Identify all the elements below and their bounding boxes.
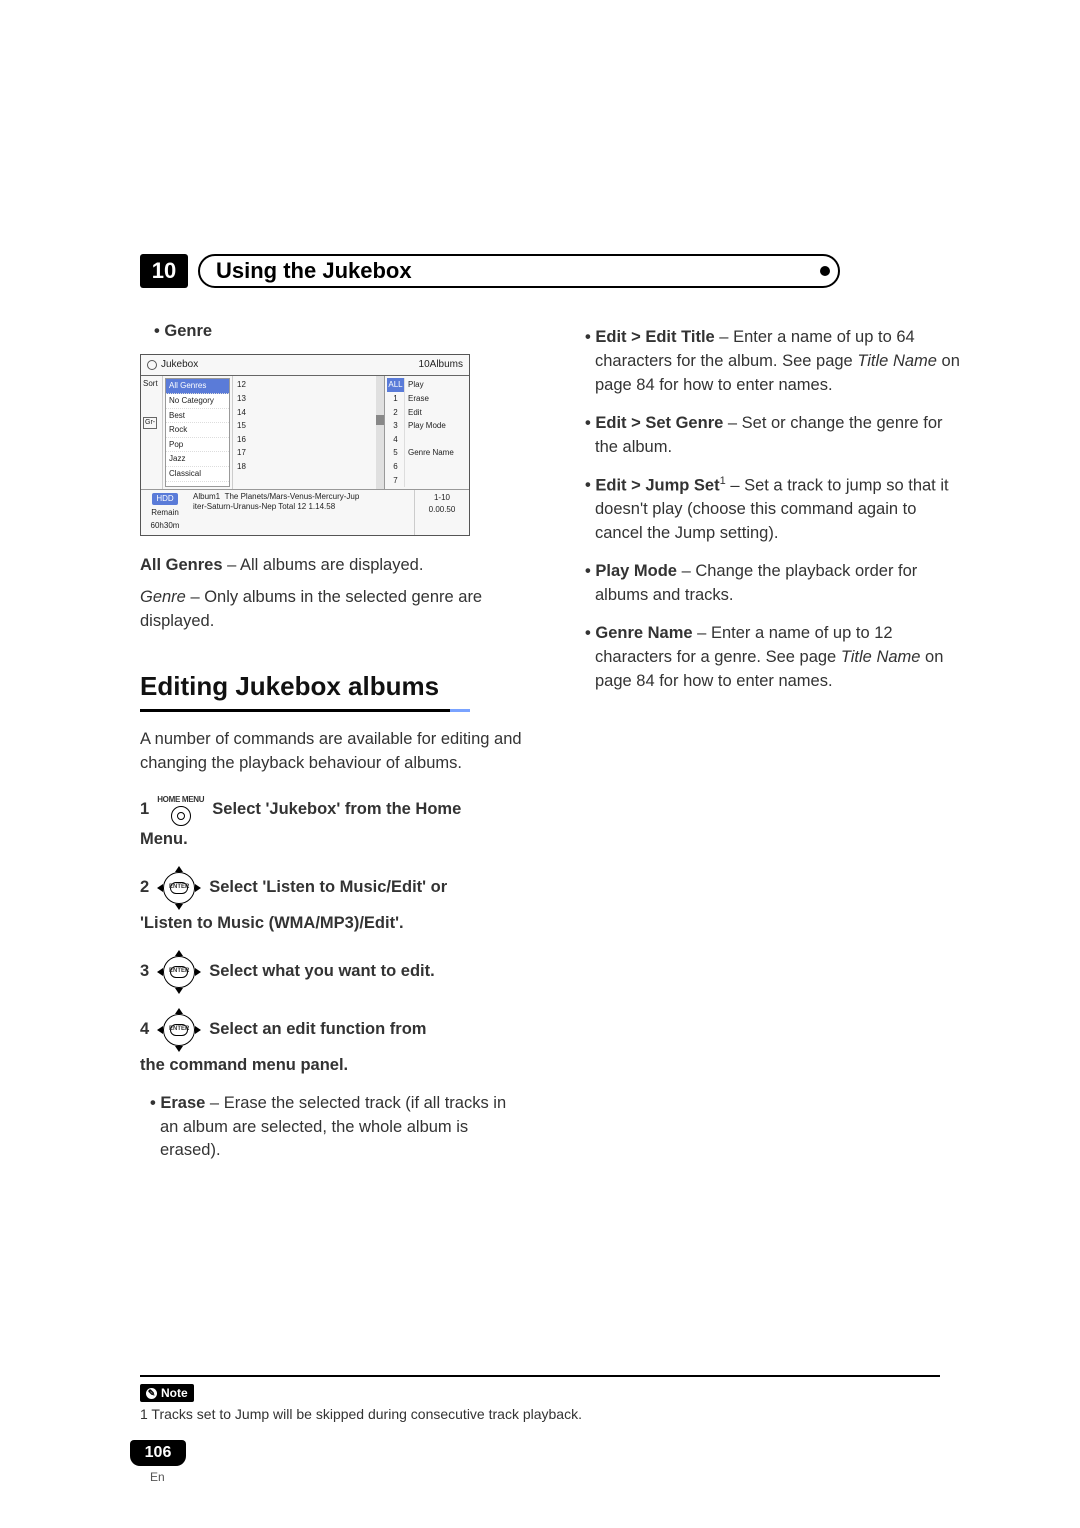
chapter-title: Using the Jukebox — [216, 258, 412, 284]
dpad-icon: ENTER — [157, 1008, 201, 1052]
step-1: 1 HOME MENU Select 'Jukebox' from the Ho… — [140, 794, 525, 852]
ss-hdd-badge: HDD — [152, 493, 177, 505]
ss-genre-item[interactable]: Rock — [166, 423, 229, 438]
pencil-icon: ✎ — [146, 1388, 157, 1399]
pill-end-dot — [820, 266, 830, 276]
ss-remain-label: Remain — [151, 507, 179, 519]
page-number-badge: 106 — [130, 1440, 186, 1466]
step-number: 3 — [140, 960, 149, 984]
note-text: 1 Tracks set to Jump will be skipped dur… — [140, 1406, 940, 1422]
ss-genre-item[interactable]: No Category — [166, 394, 229, 409]
right-column: Edit > Edit Title – Enter a name of up t… — [575, 320, 960, 1177]
step-2: 2 ENTER Select 'Listen to Music/Edit' or… — [140, 866, 525, 936]
chapter-title-pill: Using the Jukebox — [198, 254, 840, 288]
dpad-icon: ENTER — [157, 950, 201, 994]
cmd-set-genre: Edit > Set Genre – Set or change the gen… — [585, 412, 960, 460]
ss-genre-item[interactable]: Jazz — [166, 452, 229, 467]
ss-command-list: ALLPlay 1Erase 2Edit 3Play Mode 4 5Genre… — [384, 376, 469, 489]
section-intro: A number of commands are available for e… — [140, 728, 525, 776]
ss-genre-item[interactable]: Classical — [166, 467, 229, 482]
chapter-number-badge: 10 — [140, 254, 188, 288]
step-text-cont: 'Listen to Music (WMA/MP3)/Edit'. — [140, 912, 525, 936]
step-text: Select 'Listen to Music/Edit' or — [209, 876, 447, 900]
ss-genre-list[interactable]: All Genres No Category Best Rock Pop Jaz… — [165, 378, 230, 487]
step-text: Select what you want to edit. — [209, 960, 435, 984]
cmd-erase: Erase – Erase the selected track (if all… — [150, 1092, 525, 1164]
ss-album-count: 10Albums — [419, 358, 463, 373]
language-label: En — [150, 1470, 186, 1484]
ss-album-list[interactable]: 12 13 14 15 16 17 18 — [232, 376, 267, 489]
ss-genre-item[interactable]: Best — [166, 409, 229, 424]
step-text: Select 'Jukebox' from the Home — [212, 798, 461, 822]
section-rule — [140, 709, 470, 712]
genre-heading: Genre — [154, 320, 525, 344]
ss-remain-value: 60h30m — [151, 520, 180, 532]
section-title: Editing Jukebox albums — [140, 668, 525, 706]
step-3: 3 ENTER Select what you want to edit. — [140, 950, 525, 994]
jukebox-screenshot: Jukebox 10Albums Sort Gr- All Genres No … — [140, 354, 470, 536]
cmd-genre-name: Genre Name – Enter a name of up to 12 ch… — [585, 622, 960, 694]
disc-icon — [147, 360, 157, 370]
step-text: Select an edit function from — [209, 1018, 426, 1042]
home-menu-button-icon: HOME MENU — [157, 794, 204, 826]
cmd-jump-set: Edit > Jump Set1 – Set a track to jump s… — [585, 474, 960, 546]
note-section: ✎ Note 1 Tracks set to Jump will be skip… — [140, 1375, 940, 1423]
chapter-header: 10 Using the Jukebox — [140, 254, 840, 288]
ss-sort-label: Sort — [143, 378, 160, 390]
step-text-cont: the command menu panel. — [140, 1054, 525, 1078]
step-4: 4 ENTER Select an edit function from the… — [140, 1008, 525, 1078]
ss-title: Jukebox — [161, 358, 198, 373]
page-footer: 106 En — [130, 1440, 186, 1484]
ss-group-btn[interactable]: Gr- — [143, 417, 157, 429]
step-number: 4 — [140, 1018, 149, 1042]
caption-all-genres: All Genres – All albums are displayed. — [140, 554, 525, 578]
step-number: 2 — [140, 876, 149, 900]
ss-genre-all[interactable]: All Genres — [166, 379, 229, 394]
step-number: 1 — [140, 798, 149, 822]
step-text-cont: Menu. — [140, 828, 525, 852]
left-column: Genre Jukebox 10Albums Sort Gr- All Genr… — [140, 320, 525, 1177]
dpad-icon: ENTER — [157, 866, 201, 910]
ss-scrollbar[interactable] — [376, 376, 384, 489]
ss-genre-item[interactable]: Pop — [166, 438, 229, 453]
note-badge: ✎ Note — [140, 1384, 194, 1402]
cmd-edit-title: Edit > Edit Title – Enter a name of up t… — [585, 326, 960, 398]
cmd-play-mode: Play Mode – Change the playback order fo… — [585, 560, 960, 608]
caption-genre: Genre – Only albums in the selected genr… — [140, 586, 525, 634]
